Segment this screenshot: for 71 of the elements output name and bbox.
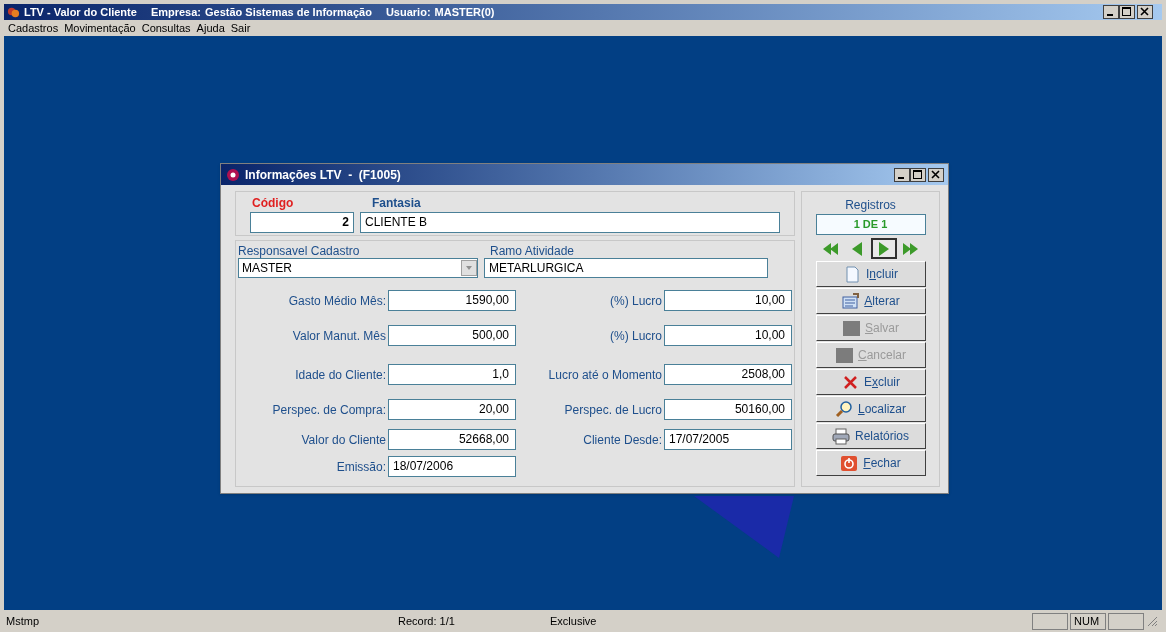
field-label: Perspec. de Compra: bbox=[271, 401, 387, 419]
status-text: Mstmp bbox=[5, 613, 40, 629]
input-field[interactable]: 18/07/2006 bbox=[388, 456, 516, 477]
action-button[interactable]: Excluir bbox=[815, 369, 926, 395]
field-label: Código bbox=[251, 195, 295, 212]
menu-item[interactable]: Movimentação bbox=[64, 19, 136, 37]
close-button[interactable] bbox=[928, 167, 944, 182]
form-icon bbox=[841, 291, 861, 311]
action-button[interactable]: Localizar bbox=[815, 396, 926, 422]
records-label: Registros bbox=[845, 197, 896, 214]
flower-icon bbox=[225, 167, 241, 182]
input-field[interactable]: 1,0 bbox=[388, 364, 516, 385]
company-name: Gestão Sistemas de Informação bbox=[205, 4, 372, 20]
field-label: Responsavel Cadastro bbox=[238, 245, 361, 258]
menu-item[interactable]: Ajuda bbox=[196, 19, 225, 37]
field-label: Fantasia bbox=[371, 195, 422, 212]
code-field[interactable]: 2 bbox=[250, 212, 354, 233]
field-label: Idade do Cliente: bbox=[294, 366, 387, 384]
user-name: MASTER(0) bbox=[434, 4, 495, 20]
dialog-title: Informações LTV - (F1005) bbox=[245, 166, 401, 184]
action-button[interactable]: Relatórios bbox=[815, 423, 926, 449]
app-icon bbox=[7, 5, 20, 19]
input-field[interactable]: 20,00 bbox=[388, 399, 516, 420]
field-label: Gasto Médio Mês: bbox=[287, 292, 387, 310]
input-field[interactable]: 10,00 bbox=[664, 325, 792, 346]
field-label: Valor do Cliente bbox=[300, 431, 387, 449]
input-field[interactable]: 1590,00 bbox=[388, 290, 516, 311]
name-field[interactable]: CLIENTE B bbox=[360, 212, 780, 233]
minimize-button[interactable] bbox=[1103, 5, 1119, 19]
status-mode: Exclusive bbox=[550, 613, 597, 629]
record-counter: 1 DE 1 bbox=[815, 214, 926, 235]
status-record: Record: 1/1 bbox=[398, 613, 456, 629]
menu-item[interactable]: Cadastros bbox=[8, 19, 59, 37]
status-panel bbox=[1032, 612, 1068, 630]
minimize-button[interactable] bbox=[894, 167, 910, 182]
square-icon bbox=[842, 318, 861, 338]
search-icon bbox=[834, 399, 854, 419]
maximize-button[interactable] bbox=[1119, 5, 1135, 19]
field-label: Emissão: bbox=[335, 458, 387, 476]
input-field[interactable]: 2508,00 bbox=[664, 364, 792, 385]
power-icon bbox=[840, 453, 860, 473]
printer-icon bbox=[832, 426, 851, 446]
responsible-dropdown[interactable]: MASTER bbox=[238, 258, 478, 278]
input-field[interactable]: 52668,00 bbox=[388, 429, 516, 450]
user-label: Usuario: bbox=[385, 4, 431, 20]
menu-item[interactable]: Sair bbox=[230, 19, 251, 37]
field-label: Lucro até o Momento bbox=[547, 366, 663, 384]
input-field[interactable]: 500,00 bbox=[388, 325, 516, 346]
field-label: Cliente Desde: bbox=[582, 431, 663, 449]
field-label: (%) Lucro bbox=[609, 292, 663, 310]
status-panel bbox=[1108, 612, 1144, 630]
close-button[interactable] bbox=[1137, 5, 1153, 19]
field-label: Perspec. de Lucro bbox=[563, 401, 663, 419]
action-button[interactable]: Incluir bbox=[815, 261, 926, 287]
action-button[interactable]: Fechar bbox=[815, 450, 926, 476]
next-record-button[interactable] bbox=[871, 238, 897, 259]
field-label: (%) Lucro bbox=[609, 327, 663, 345]
input-field[interactable]: 50160,00 bbox=[664, 399, 792, 420]
action-button[interactable]: Alterar bbox=[815, 288, 926, 314]
input-field[interactable]: 10,00 bbox=[664, 290, 792, 311]
window-title: LTV - Valor do Cliente bbox=[24, 4, 137, 20]
field-label: Valor Manut. Mês bbox=[291, 327, 387, 345]
input-field[interactable]: 17/07/2005 bbox=[664, 429, 792, 450]
square-icon bbox=[835, 345, 854, 365]
company-label: Empresa: bbox=[150, 4, 201, 20]
status-panel: NUM bbox=[1070, 612, 1106, 630]
menu-item[interactable]: Consultas bbox=[141, 19, 191, 37]
maximize-button[interactable] bbox=[910, 167, 926, 182]
resize-grip-icon[interactable] bbox=[1146, 615, 1158, 627]
field-label: Ramo Atividade bbox=[489, 245, 576, 258]
activity-field[interactable]: METARLURGICA bbox=[484, 258, 768, 278]
